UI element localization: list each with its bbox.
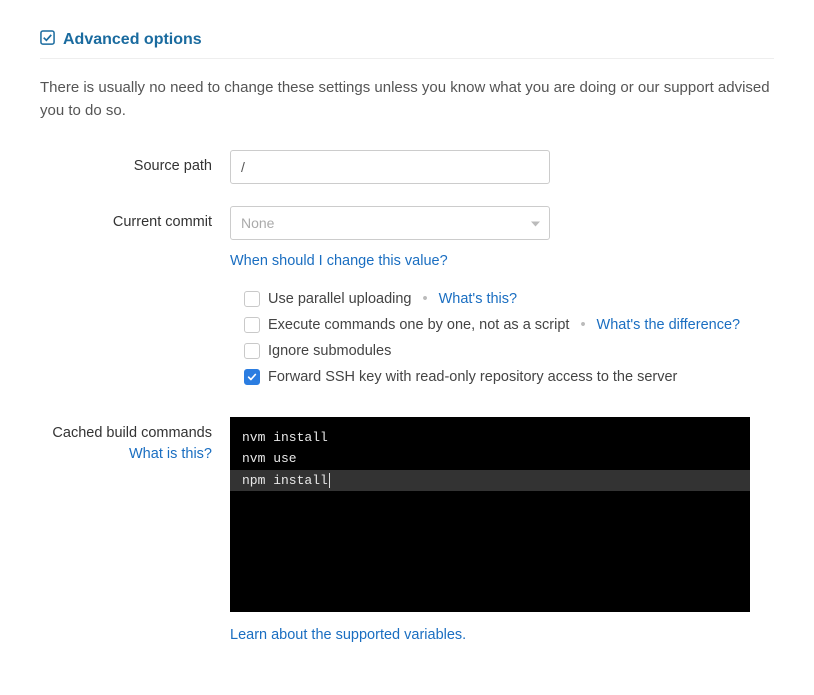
separator-dot: •	[580, 317, 585, 333]
separator-dot: •	[423, 291, 428, 307]
current-commit-help-link[interactable]: When should I change this value?	[230, 253, 448, 269]
terminal-line-active: npm install	[230, 470, 750, 491]
supported-variables-link[interactable]: Learn about the supported variables.	[230, 627, 466, 643]
source-path-label: Source path	[40, 150, 230, 176]
current-commit-label: Current commit	[40, 206, 230, 232]
terminal-line: nvm use	[242, 448, 738, 469]
section-description: There is usually no need to change these…	[40, 77, 774, 122]
source-path-input[interactable]	[230, 150, 550, 184]
parallel-upload-label: Use parallel uploading	[268, 291, 412, 307]
advanced-options-header[interactable]: Advanced options	[40, 30, 774, 59]
parallel-upload-checkbox[interactable]	[244, 291, 260, 307]
current-commit-placeholder: None	[241, 215, 274, 231]
ignore-submodules-checkbox[interactable]	[244, 343, 260, 359]
execute-one-by-one-help-link[interactable]: What's the difference?	[597, 317, 741, 333]
execute-one-by-one-checkbox[interactable]	[244, 317, 260, 333]
forward-ssh-checkbox[interactable]	[244, 369, 260, 385]
checkbox-square-icon	[40, 30, 55, 50]
execute-one-by-one-label: Execute commands one by one, not as a sc…	[268, 317, 569, 333]
terminal-line: nvm install	[242, 427, 738, 448]
forward-ssh-label: Forward SSH key with read-only repositor…	[268, 369, 677, 385]
cached-build-label: Cached build commands	[52, 425, 212, 441]
ignore-submodules-label: Ignore submodules	[268, 343, 391, 359]
current-commit-select[interactable]: None	[230, 206, 550, 240]
cached-build-what-is-this-link[interactable]: What is this?	[40, 445, 212, 464]
cached-build-terminal[interactable]: nvm install nvm use npm install	[230, 417, 750, 612]
section-title: Advanced options	[63, 31, 202, 49]
parallel-upload-help-link[interactable]: What's this?	[439, 291, 518, 307]
